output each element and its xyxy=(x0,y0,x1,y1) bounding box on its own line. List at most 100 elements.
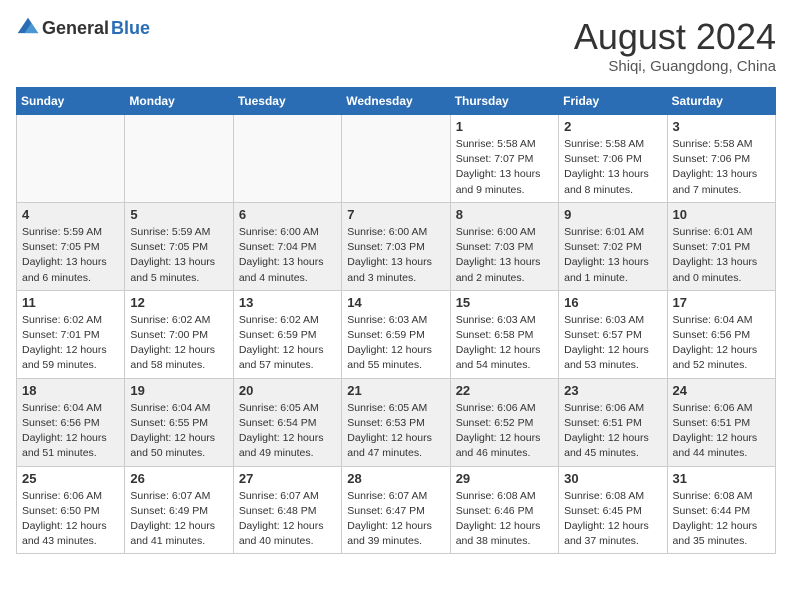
day-info: Sunrise: 5:59 AMSunset: 7:05 PMDaylight:… xyxy=(130,225,227,286)
day-info: Sunrise: 6:04 AMSunset: 6:56 PMDaylight:… xyxy=(673,313,770,374)
weekday-header-sunday: Sunday xyxy=(17,88,125,115)
day-info: Sunrise: 5:58 AMSunset: 7:06 PMDaylight:… xyxy=(673,137,770,198)
day-info: Sunrise: 6:00 AMSunset: 7:03 PMDaylight:… xyxy=(347,225,444,286)
day-number: 16 xyxy=(564,295,661,310)
day-info: Sunrise: 6:06 AMSunset: 6:51 PMDaylight:… xyxy=(564,401,661,462)
day-number: 2 xyxy=(564,119,661,134)
calendar-day-cell: 17 Sunrise: 6:04 AMSunset: 6:56 PMDayligh… xyxy=(667,290,775,378)
day-number: 23 xyxy=(564,383,661,398)
weekday-header-row: SundayMondayTuesdayWednesdayThursdayFrid… xyxy=(17,88,776,115)
calendar-week-row: 25 Sunrise: 6:06 AMSunset: 6:50 PMDayligh… xyxy=(17,466,776,554)
logo-icon xyxy=(16,16,40,40)
calendar-day-cell: 16 Sunrise: 6:03 AMSunset: 6:57 PMDayligh… xyxy=(559,290,667,378)
weekday-header-friday: Friday xyxy=(559,88,667,115)
day-number: 12 xyxy=(130,295,227,310)
day-number: 8 xyxy=(456,207,553,222)
calendar-day-cell: 21 Sunrise: 6:05 AMSunset: 6:53 PMDayligh… xyxy=(342,378,450,466)
title-block: August 2024 Shiqi, Guangdong, China xyxy=(574,16,776,75)
calendar-day-cell: 5 Sunrise: 5:59 AMSunset: 7:05 PMDaylight… xyxy=(125,202,233,290)
day-info: Sunrise: 6:08 AMSunset: 6:44 PMDaylight:… xyxy=(673,489,770,550)
calendar-day-cell: 29Sunrise: 6:08 AMSunset: 6:46 PMDayligh… xyxy=(450,466,558,554)
calendar-day-cell: 25 Sunrise: 6:06 AMSunset: 6:50 PMDayligh… xyxy=(17,466,125,554)
calendar-day-cell: 11Sunrise: 6:02 AMSunset: 7:01 PMDayligh… xyxy=(17,290,125,378)
logo-general-text: General xyxy=(42,18,109,39)
calendar-day-cell: 14Sunrise: 6:03 AMSunset: 6:59 PMDayligh… xyxy=(342,290,450,378)
day-info: Sunrise: 6:03 AMSunset: 6:59 PMDaylight:… xyxy=(347,313,444,374)
calendar-day-cell: 7 Sunrise: 6:00 AMSunset: 7:03 PMDaylight… xyxy=(342,202,450,290)
calendar-day-cell: 12Sunrise: 6:02 AMSunset: 7:00 PMDayligh… xyxy=(125,290,233,378)
day-info: Sunrise: 6:05 AMSunset: 6:54 PMDaylight:… xyxy=(239,401,336,462)
day-info: Sunrise: 6:04 AMSunset: 6:55 PMDaylight:… xyxy=(130,401,227,462)
calendar-week-row: 18 Sunrise: 6:04 AMSunset: 6:56 PMDayligh… xyxy=(17,378,776,466)
calendar-day-cell: 18 Sunrise: 6:04 AMSunset: 6:56 PMDayligh… xyxy=(17,378,125,466)
calendar-day-cell: 28 Sunrise: 6:07 AMSunset: 6:47 PMDayligh… xyxy=(342,466,450,554)
calendar-day-cell xyxy=(233,115,341,203)
day-info: Sunrise: 6:03 AMSunset: 6:58 PMDaylight:… xyxy=(456,313,553,374)
weekday-header-thursday: Thursday xyxy=(450,88,558,115)
day-number: 27 xyxy=(239,471,336,486)
day-number: 9 xyxy=(564,207,661,222)
day-number: 7 xyxy=(347,207,444,222)
day-number: 21 xyxy=(347,383,444,398)
calendar-day-cell: 20Sunrise: 6:05 AMSunset: 6:54 PMDayligh… xyxy=(233,378,341,466)
day-info: Sunrise: 6:07 AMSunset: 6:47 PMDaylight:… xyxy=(347,489,444,550)
day-number: 5 xyxy=(130,207,227,222)
day-info: Sunrise: 6:06 AMSunset: 6:52 PMDaylight:… xyxy=(456,401,553,462)
day-number: 18 xyxy=(22,383,119,398)
day-number: 13 xyxy=(239,295,336,310)
calendar-week-row: 11Sunrise: 6:02 AMSunset: 7:01 PMDayligh… xyxy=(17,290,776,378)
day-info: Sunrise: 6:02 AMSunset: 7:01 PMDaylight:… xyxy=(22,313,119,374)
day-number: 28 xyxy=(347,471,444,486)
day-number: 26 xyxy=(130,471,227,486)
day-number: 1 xyxy=(456,119,553,134)
day-number: 31 xyxy=(673,471,770,486)
calendar-day-cell: 1 Sunrise: 5:58 AMSunset: 7:07 PMDaylight… xyxy=(450,115,558,203)
day-info: Sunrise: 6:01 AMSunset: 7:02 PMDaylight:… xyxy=(564,225,661,286)
day-number: 6 xyxy=(239,207,336,222)
calendar-day-cell: 9 Sunrise: 6:01 AMSunset: 7:02 PMDaylight… xyxy=(559,202,667,290)
calendar-day-cell: 8 Sunrise: 6:00 AMSunset: 7:03 PMDaylight… xyxy=(450,202,558,290)
day-info: Sunrise: 5:58 AMSunset: 7:06 PMDaylight:… xyxy=(564,137,661,198)
day-number: 17 xyxy=(673,295,770,310)
day-info: Sunrise: 5:59 AMSunset: 7:05 PMDaylight:… xyxy=(22,225,119,286)
logo: GeneralBlue xyxy=(16,16,150,40)
calendar-week-row: 4 Sunrise: 5:59 AMSunset: 7:05 PMDaylight… xyxy=(17,202,776,290)
calendar-day-cell xyxy=(17,115,125,203)
day-info: Sunrise: 6:06 AMSunset: 6:50 PMDaylight:… xyxy=(22,489,119,550)
calendar-day-cell: 2 Sunrise: 5:58 AMSunset: 7:06 PMDaylight… xyxy=(559,115,667,203)
day-info: Sunrise: 6:05 AMSunset: 6:53 PMDaylight:… xyxy=(347,401,444,462)
calendar-day-cell xyxy=(342,115,450,203)
weekday-header-saturday: Saturday xyxy=(667,88,775,115)
day-info: Sunrise: 6:00 AMSunset: 7:03 PMDaylight:… xyxy=(456,225,553,286)
day-number: 25 xyxy=(22,471,119,486)
calendar-day-cell: 31 Sunrise: 6:08 AMSunset: 6:44 PMDayligh… xyxy=(667,466,775,554)
calendar-day-cell: 30 Sunrise: 6:08 AMSunset: 6:45 PMDayligh… xyxy=(559,466,667,554)
logo-blue-text: Blue xyxy=(111,18,150,39)
day-info: Sunrise: 5:58 AMSunset: 7:07 PMDaylight:… xyxy=(456,137,553,198)
day-number: 30 xyxy=(564,471,661,486)
day-info: Sunrise: 6:07 AMSunset: 6:48 PMDaylight:… xyxy=(239,489,336,550)
calendar-day-cell: 24 Sunrise: 6:06 AMSunset: 6:51 PMDayligh… xyxy=(667,378,775,466)
day-number: 19 xyxy=(130,383,227,398)
day-info: Sunrise: 6:08 AMSunset: 6:45 PMDaylight:… xyxy=(564,489,661,550)
calendar-day-cell: 4 Sunrise: 5:59 AMSunset: 7:05 PMDaylight… xyxy=(17,202,125,290)
calendar-day-cell: 26 Sunrise: 6:07 AMSunset: 6:49 PMDayligh… xyxy=(125,466,233,554)
day-info: Sunrise: 6:06 AMSunset: 6:51 PMDaylight:… xyxy=(673,401,770,462)
day-number: 4 xyxy=(22,207,119,222)
location-subtitle: Shiqi, Guangdong, China xyxy=(574,58,776,75)
calendar-day-cell: 27 Sunrise: 6:07 AMSunset: 6:48 PMDayligh… xyxy=(233,466,341,554)
calendar-week-row: 1 Sunrise: 5:58 AMSunset: 7:07 PMDaylight… xyxy=(17,115,776,203)
day-number: 24 xyxy=(673,383,770,398)
page-header: GeneralBlue August 2024 Shiqi, Guangdong… xyxy=(16,16,776,75)
weekday-header-monday: Monday xyxy=(125,88,233,115)
month-year-title: August 2024 xyxy=(574,16,776,58)
day-info: Sunrise: 6:01 AMSunset: 7:01 PMDaylight:… xyxy=(673,225,770,286)
day-info: Sunrise: 6:03 AMSunset: 6:57 PMDaylight:… xyxy=(564,313,661,374)
day-info: Sunrise: 6:04 AMSunset: 6:56 PMDaylight:… xyxy=(22,401,119,462)
calendar-day-cell: 3Sunrise: 5:58 AMSunset: 7:06 PMDaylight… xyxy=(667,115,775,203)
calendar-day-cell: 15 Sunrise: 6:03 AMSunset: 6:58 PMDayligh… xyxy=(450,290,558,378)
calendar-table: SundayMondayTuesdayWednesdayThursdayFrid… xyxy=(16,87,776,554)
day-info: Sunrise: 6:07 AMSunset: 6:49 PMDaylight:… xyxy=(130,489,227,550)
day-number: 15 xyxy=(456,295,553,310)
calendar-day-cell: 13Sunrise: 6:02 AMSunset: 6:59 PMDayligh… xyxy=(233,290,341,378)
